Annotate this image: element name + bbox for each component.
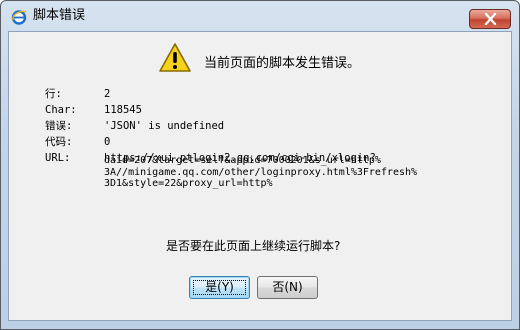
detail-label: 行: — [45, 88, 62, 100]
detail-label: 代码: — [45, 136, 73, 148]
url-line: daid=207&target=self&appid=7000201&s_url… — [104, 155, 381, 166]
close-button[interactable] — [469, 9, 511, 29]
detail-label: 错误: — [45, 120, 73, 132]
url-line: 3A//minigame.qq.com/other/loginproxy.htm… — [104, 166, 418, 178]
title-bar[interactable]: 脚本错误 — [1, 1, 519, 31]
script-error-dialog: 脚本错误 当前页面的脚本发生错误。 行: 2 Char: 118545 错误: … — [0, 0, 520, 330]
url-continuation: daid=207&target=self&appid=7000201&s_url… — [104, 155, 444, 200]
window-title: 脚本错误 — [33, 8, 86, 23]
dialog-body: 当前页面的脚本发生错误。 行: 2 Char: 118545 错误: 'JSON… — [8, 31, 512, 321]
ie-logo-icon — [11, 10, 27, 25]
no-button-label: 否(N) — [272, 280, 303, 294]
detail-value: 118545 — [104, 104, 142, 116]
detail-label: Char: — [45, 104, 77, 116]
detail-label: URL: — [45, 152, 71, 164]
detail-value: 0 — [104, 136, 111, 148]
no-button[interactable]: 否(N) — [257, 276, 318, 299]
detail-value: 2 — [104, 88, 111, 100]
focus-ring — [193, 280, 246, 295]
error-headline: 当前页面的脚本发生错误。 — [204, 56, 361, 71]
warning-icon — [159, 43, 191, 72]
continue-question: 是否要在此页面上继续运行脚本? — [166, 239, 341, 253]
url-line: 3D1&style=22&proxy_url=http% — [104, 178, 273, 189]
detail-value: 'JSON' is undefined — [104, 120, 225, 132]
close-icon — [484, 13, 497, 25]
yes-button[interactable]: 是(Y) — [189, 276, 250, 299]
